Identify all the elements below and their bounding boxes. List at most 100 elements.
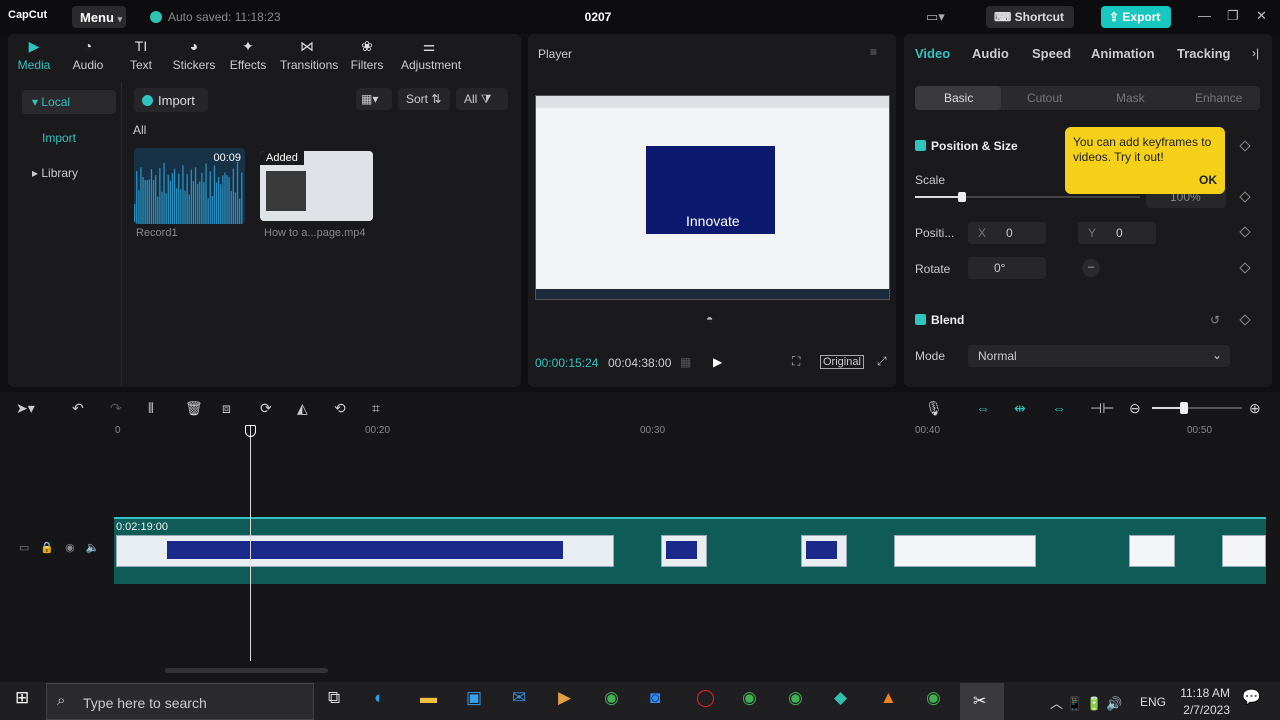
- tab-filters[interactable]: ❀ Filters: [340, 38, 394, 72]
- microphone-icon[interactable]: 🎙: [925, 400, 943, 417]
- link-icon[interactable]: ⇔: [976, 400, 990, 416]
- mode-select[interactable]: Normal ⌄: [968, 345, 1230, 367]
- undo-icon[interactable]: ↶: [72, 400, 84, 417]
- position-x-input[interactable]: X0: [968, 222, 1046, 244]
- playhead[interactable]: [245, 425, 256, 661]
- hamburger-icon[interactable]: ≡: [870, 45, 877, 59]
- play-icon[interactable]: ▶: [713, 355, 722, 369]
- split-screen-icon[interactable]: ⊣⊢: [1090, 400, 1114, 417]
- opera-icon[interactable]: ◯: [696, 688, 715, 708]
- sidebar-item-library[interactable]: ▸ Library: [22, 161, 116, 185]
- rotate-icon[interactable]: ⟲: [334, 400, 346, 417]
- more-tabs-icon[interactable]: ›|: [1252, 46, 1259, 60]
- eye-icon[interactable]: ◉: [65, 542, 86, 554]
- zoom-slider[interactable]: [1152, 402, 1242, 414]
- tab-effects[interactable]: ✦ Effects: [221, 38, 275, 72]
- chrome-icon[interactable]: ◉: [926, 688, 941, 708]
- blend-heading[interactable]: Blend: [915, 313, 964, 327]
- snap-icon[interactable]: ⇹: [1014, 400, 1026, 417]
- tab-audio[interactable]: Audio: [972, 46, 1009, 61]
- timeline-ruler[interactable]: 0 00:20 00:30 00:40 00:50: [115, 425, 1280, 439]
- filter-button[interactable]: All ⧩: [456, 88, 508, 110]
- zoom-slider-handle[interactable]: [1180, 402, 1188, 414]
- tab-text[interactable]: TI Text: [114, 38, 168, 72]
- system-tray-icons[interactable]: ︿ 📱 🔋 🔊: [1050, 693, 1122, 712]
- delete-icon[interactable]: 🗑: [185, 400, 203, 417]
- lock-icon[interactable]: 🔒: [40, 542, 65, 554]
- file-explorer-icon[interactable]: ▬: [420, 688, 437, 708]
- rotate-input[interactable]: 0°: [968, 257, 1046, 279]
- sidebar-item-local[interactable]: ▾ Local: [22, 90, 116, 114]
- expand-icon[interactable]: ⤢: [877, 354, 887, 369]
- reverse-icon[interactable]: ⟳: [260, 400, 272, 417]
- tab-stickers[interactable]: ◕ Stickers: [167, 38, 221, 72]
- tab-transitions[interactable]: ⋈ Transitions: [280, 38, 338, 72]
- search-box[interactable]: ⌕ Type here to search: [46, 683, 314, 720]
- export-button[interactable]: ⇪ Export: [1101, 6, 1171, 28]
- store-icon[interactable]: ▣: [466, 688, 482, 708]
- linkage-icon[interactable]: ⇔: [1052, 400, 1066, 416]
- zoom-out-icon[interactable]: ⊖: [1129, 400, 1141, 417]
- tab-media[interactable]: ▶ Media: [7, 38, 61, 72]
- player-handle-icon[interactable]: ◓: [706, 312, 713, 326]
- sort-button[interactable]: Sort ⇅: [398, 88, 450, 110]
- minimize-icon[interactable]: —: [1198, 8, 1211, 23]
- cover-icon[interactable]: ▭: [19, 542, 40, 554]
- subtab-cutout[interactable]: Cutout: [1027, 91, 1062, 105]
- select-tool-icon[interactable]: ➤▾: [16, 400, 35, 417]
- speaker-icon[interactable]: 🔈: [86, 542, 111, 554]
- chrome-icon[interactable]: ◉: [742, 688, 757, 708]
- split-icon[interactable]: ⫴: [148, 400, 154, 417]
- import-button[interactable]: Import: [134, 88, 208, 112]
- timeline-scrollbar[interactable]: [165, 668, 328, 673]
- scale-slider[interactable]: [915, 192, 1140, 202]
- windows-start-icon[interactable]: ⊞: [15, 688, 29, 708]
- language-indicator[interactable]: ENG: [1140, 695, 1166, 709]
- media-item-record1[interactable]: 00:09: [134, 148, 245, 224]
- rotate-dial-icon[interactable]: –: [1082, 259, 1100, 277]
- capcut-taskbar-icon[interactable]: ✂: [960, 683, 1004, 720]
- freeze-icon[interactable]: ⧈: [222, 400, 231, 417]
- crop-icon[interactable]: ⌗: [372, 400, 380, 417]
- close-icon[interactable]: ✕: [1256, 8, 1267, 24]
- mail-icon[interactable]: ✉: [512, 688, 526, 708]
- original-button[interactable]: Original: [820, 355, 864, 369]
- tab-audio[interactable]: ◔ Audio: [61, 38, 115, 72]
- chrome-icon[interactable]: ◉: [788, 688, 803, 708]
- tab-video[interactable]: Video: [915, 46, 950, 61]
- clock[interactable]: 11:18 AM 2/7/2023: [1170, 686, 1230, 717]
- tab-tracking[interactable]: Tracking: [1177, 46, 1230, 61]
- position-size-heading[interactable]: Position & Size: [915, 139, 1018, 153]
- tab-speed[interactable]: Speed: [1032, 46, 1071, 61]
- position-y-input[interactable]: Y0: [1078, 222, 1156, 244]
- mirror-icon[interactable]: ◭: [297, 400, 308, 417]
- subtab-mask[interactable]: Mask: [1116, 91, 1145, 105]
- chrome-icon[interactable]: ◉: [604, 688, 619, 708]
- subtab-basic[interactable]: Basic: [944, 91, 973, 105]
- tooltip-ok-button[interactable]: OK: [1199, 173, 1217, 187]
- maximize-icon[interactable]: ❐: [1227, 8, 1239, 24]
- fullscreen-crop-icon[interactable]: ⛶: [792, 354, 800, 369]
- edge-icon[interactable]: ◐: [374, 688, 384, 708]
- notifications-icon[interactable]: 💬: [1242, 688, 1261, 706]
- menu-button[interactable]: Menu ▾: [72, 6, 126, 28]
- media-player-icon[interactable]: ▶: [558, 688, 571, 708]
- scale-slider-handle[interactable]: [958, 192, 966, 202]
- player-preview[interactable]: Innovate: [535, 95, 890, 300]
- track-controls[interactable]: ▭🔒◉🔈: [19, 541, 110, 554]
- tab-animation[interactable]: Animation: [1091, 46, 1155, 61]
- app-icon[interactable]: ◆: [834, 688, 847, 708]
- task-view-icon[interactable]: ⧉: [328, 688, 340, 708]
- zoom-icon[interactable]: ◙: [650, 688, 660, 708]
- vlc-icon[interactable]: ▲: [880, 688, 897, 708]
- reset-icon[interactable]: ↺: [1210, 313, 1220, 327]
- zoom-in-icon[interactable]: ⊕: [1249, 400, 1261, 417]
- media-item-video[interactable]: Added: [260, 151, 373, 221]
- subtab-enhance[interactable]: Enhance: [1195, 91, 1242, 105]
- layout-icon[interactable]: ▭▾: [926, 9, 945, 25]
- view-grid-icon[interactable]: ▦▾: [356, 88, 392, 110]
- sidebar-item-import[interactable]: Import: [22, 126, 116, 150]
- playhead-handle[interactable]: [245, 425, 256, 437]
- shortcut-button[interactable]: ⌨ Shortcut: [986, 6, 1074, 28]
- tab-adjustment[interactable]: ⚌ Adjustment: [401, 38, 461, 72]
